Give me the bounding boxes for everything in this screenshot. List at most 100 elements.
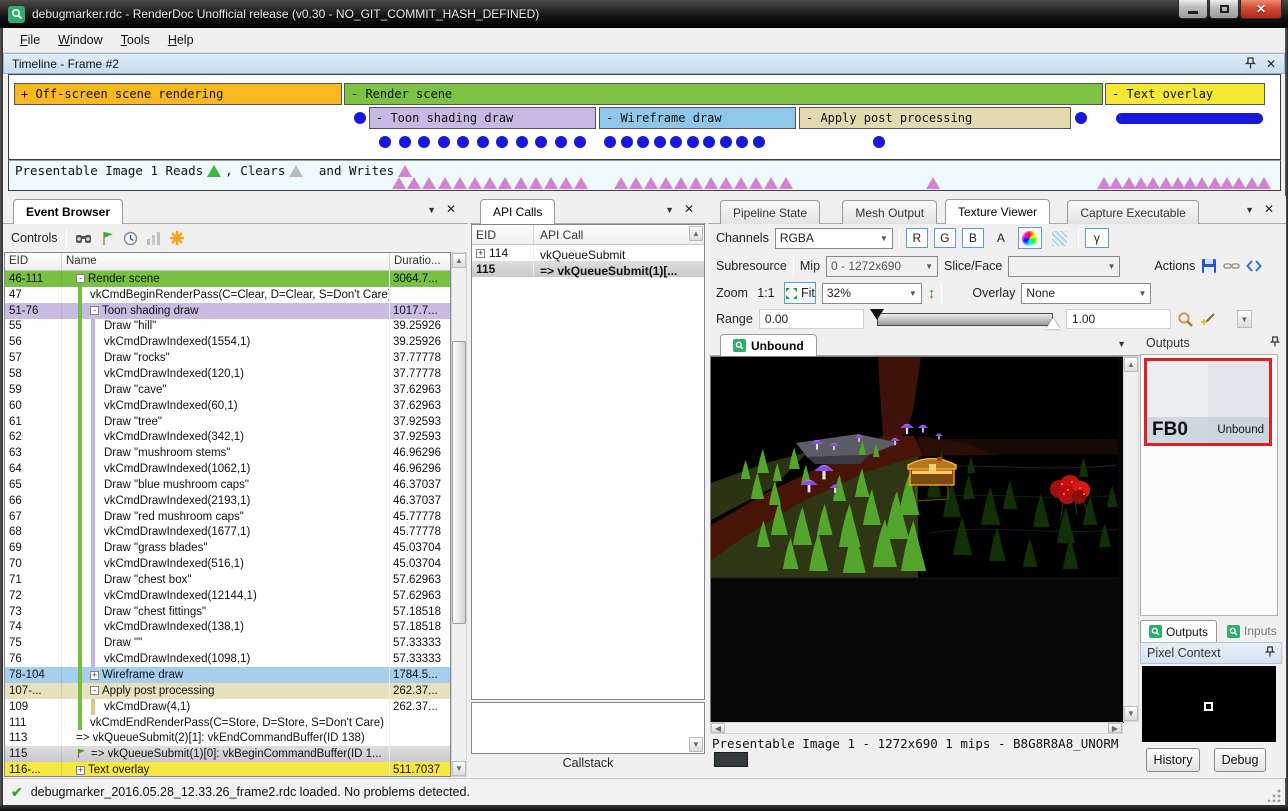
scroll-up-icon[interactable]: ▲ xyxy=(452,253,466,268)
tab-pipeline-state[interactable]: Pipeline State xyxy=(720,200,820,224)
pin-icon[interactable] xyxy=(1270,336,1280,348)
gamma-button[interactable]: γ xyxy=(1085,228,1109,248)
tab-texture-viewer[interactable]: Texture Viewer xyxy=(945,199,1050,224)
timeline-bar[interactable]: - Text overlay xyxy=(1105,83,1265,105)
texture-display[interactable] xyxy=(710,356,1123,722)
scroll-up-icon[interactable]: ▲ xyxy=(689,226,703,241)
histogram-wand-icon[interactable] xyxy=(1200,311,1217,328)
event-row-76[interactable]: 76vkCmdDrawIndexed(1098,1)57.33333 xyxy=(5,651,450,667)
green-channel-button[interactable]: G xyxy=(934,228,956,248)
event-row-51-76[interactable]: 51-76-Toon shading draw1017.7... xyxy=(5,303,450,319)
event-row-111[interactable]: 111vkCmdEndRenderPass(C=Store, D=Store, … xyxy=(5,715,450,731)
stats-icon[interactable] xyxy=(146,231,161,246)
tab-capture-executable[interactable]: Capture Executable xyxy=(1067,200,1198,224)
event-row-107-...[interactable]: 107-...-Apply post processing262.37... xyxy=(5,683,450,699)
link-icon[interactable] xyxy=(1223,259,1240,273)
timeline-panel-header[interactable]: Timeline - Frame #2 ✕ xyxy=(3,53,1285,74)
event-row-46-111[interactable]: 46-111-Render scene3064.7... xyxy=(5,271,450,287)
range-slider[interactable] xyxy=(870,310,1060,328)
collapse-icon[interactable]: - xyxy=(90,306,99,315)
panel-menu-icon[interactable]: ▼ xyxy=(1245,205,1254,215)
event-row-57[interactable]: 57Draw "rocks"37.77778 xyxy=(5,350,450,366)
event-row-109[interactable]: 109vkCmdDraw(4,1)262.37... xyxy=(5,699,450,715)
event-row-116-...[interactable]: 116-...+Text overlay511.7037 xyxy=(5,762,450,776)
event-row-55[interactable]: 55Draw "hill"39.25926 xyxy=(5,319,450,335)
red-channel-button[interactable]: R xyxy=(906,228,928,248)
menu-item-window[interactable]: Window xyxy=(49,30,111,50)
scroll-left-icon[interactable]: ◀ xyxy=(711,723,725,733)
event-row-75[interactable]: 75Draw ""57.33333 xyxy=(5,635,450,651)
slice-face-select[interactable]: ▼ xyxy=(1008,256,1120,277)
find-icon[interactable] xyxy=(75,231,92,246)
timeline-close-icon[interactable]: ✕ xyxy=(1266,57,1276,71)
event-row-63[interactable]: 63Draw "mushroom stems"46.96296 xyxy=(5,445,450,461)
save-icon[interactable] xyxy=(1201,258,1217,274)
collapse-icon[interactable]: - xyxy=(90,686,99,695)
tab-inputs[interactable]: Inputs xyxy=(1219,620,1285,642)
scrollbar-thumb[interactable] xyxy=(452,341,466,624)
event-row-73[interactable]: 73Draw "chest fittings"57.18518 xyxy=(5,604,450,620)
event-row-78-104[interactable]: 78-104+Wireframe draw1784.5... xyxy=(5,667,450,683)
color-display-button[interactable] xyxy=(1018,227,1042,249)
panel-close-icon[interactable]: ✕ xyxy=(446,202,456,216)
range-white-marker[interactable] xyxy=(1046,318,1060,329)
toolbar-overflow-icon[interactable]: ▼ xyxy=(1237,310,1252,328)
tab-api-calls[interactable]: API Calls xyxy=(480,199,555,224)
event-row-62[interactable]: 62vkCmdDrawIndexed(342,1)37.92593 xyxy=(5,429,450,445)
range-max-input[interactable]: 1.00 xyxy=(1066,309,1171,329)
expand-icon[interactable]: + xyxy=(476,249,485,258)
panel-close-icon[interactable]: ✕ xyxy=(684,202,694,216)
minimize-button[interactable] xyxy=(1178,0,1208,19)
blue-channel-button[interactable]: B xyxy=(962,228,984,248)
custom-action-icon[interactable] xyxy=(169,230,185,246)
overlay-select[interactable]: None▼ xyxy=(1021,283,1151,304)
range-slider-bar[interactable] xyxy=(877,313,1053,326)
alpha-channel-button[interactable]: A xyxy=(990,228,1012,248)
event-table-header[interactable]: EID Name Duratio... xyxy=(5,253,450,271)
timeline-bar[interactable]: - Apply post processing xyxy=(799,107,1071,129)
panel-close-icon[interactable]: ✕ xyxy=(1264,202,1274,216)
scroll-down-icon[interactable]: ▼ xyxy=(452,761,466,776)
event-row-58[interactable]: 58vkCmdDrawIndexed(120,1)37.77778 xyxy=(5,366,450,382)
fb0-thumbnail[interactable]: FB0 Unbound xyxy=(1144,358,1272,446)
event-row-68[interactable]: 68vkCmdDrawIndexed(1677,1)45.77778 xyxy=(5,525,450,541)
scroll-down-icon[interactable]: ▼ xyxy=(689,737,703,752)
event-row-64[interactable]: 64vkCmdDrawIndexed(1062,1)46.96296 xyxy=(5,461,450,477)
tab-mesh-output[interactable]: Mesh Output xyxy=(842,200,937,224)
zoom-1to1-button[interactable]: 1:1 xyxy=(754,282,778,304)
event-row-56[interactable]: 56vkCmdDrawIndexed(1554,1)39.25926 xyxy=(5,334,450,350)
event-row-61[interactable]: 61Draw "tree"37.92593 xyxy=(5,414,450,430)
callstack-list[interactable]: ▼ xyxy=(471,702,705,754)
range-min-input[interactable]: 0.00 xyxy=(759,309,864,329)
resize-grip[interactable] xyxy=(1268,789,1281,802)
autofit-magnifier-icon[interactable] xyxy=(1177,311,1194,328)
event-row-67[interactable]: 67Draw "red mushroom caps"45.77778 xyxy=(5,509,450,525)
event-row-69[interactable]: 69Draw "grass blades"45.03704 xyxy=(5,540,450,556)
timeline-bar[interactable]: + Off-screen scene rendering xyxy=(14,83,342,105)
api-call-row-114[interactable]: +114vkQueueSubmit xyxy=(472,245,704,261)
close-button[interactable]: ✕ xyxy=(1240,0,1282,19)
mip-select[interactable]: 0 - 1272x690▼ xyxy=(826,256,938,277)
tab-outputs[interactable]: Outputs xyxy=(1140,620,1217,642)
event-row-115[interactable]: 115=> vkQueueSubmit(1)[0]: vkBeginComman… xyxy=(5,746,450,762)
texture-list-menu-icon[interactable]: ▼ xyxy=(1117,339,1126,349)
zoom-percent-input[interactable]: 32%▼ xyxy=(822,283,922,304)
collapse-icon[interactable]: - xyxy=(76,274,85,283)
event-row-47[interactable]: 47vkCmdBeginRenderPass(C=Clear, D=Clear,… xyxy=(5,287,450,303)
pixel-context-view[interactable] xyxy=(1142,666,1276,742)
event-row-72[interactable]: 72vkCmdDrawIndexed(12144,1)57.62963 xyxy=(5,588,450,604)
alpha-background-button[interactable] xyxy=(1048,227,1072,249)
panel-menu-icon[interactable]: ▼ xyxy=(665,205,674,215)
api-table-header[interactable]: EID API Call xyxy=(472,225,704,245)
history-button[interactable]: History xyxy=(1146,748,1200,772)
scroll-up-icon[interactable]: ▲ xyxy=(1124,357,1138,372)
texture-hscrollbar[interactable]: ◀ ▶ xyxy=(710,722,1123,734)
pin-icon[interactable] xyxy=(1265,646,1275,658)
time-draws-icon[interactable] xyxy=(123,231,138,246)
timeline-bar[interactable]: - Toon shading draw xyxy=(369,107,596,129)
event-browser-scrollbar[interactable]: ▲ ▼ xyxy=(451,252,467,777)
tab-unbound-texture[interactable]: Unbound xyxy=(720,334,817,356)
event-row-65[interactable]: 65Draw "blue mushroom caps"46.37037 xyxy=(5,477,450,493)
event-row-70[interactable]: 70vkCmdDrawIndexed(516,1)45.03704 xyxy=(5,556,450,572)
zoom-fit-button[interactable]: Fit xyxy=(784,282,816,304)
